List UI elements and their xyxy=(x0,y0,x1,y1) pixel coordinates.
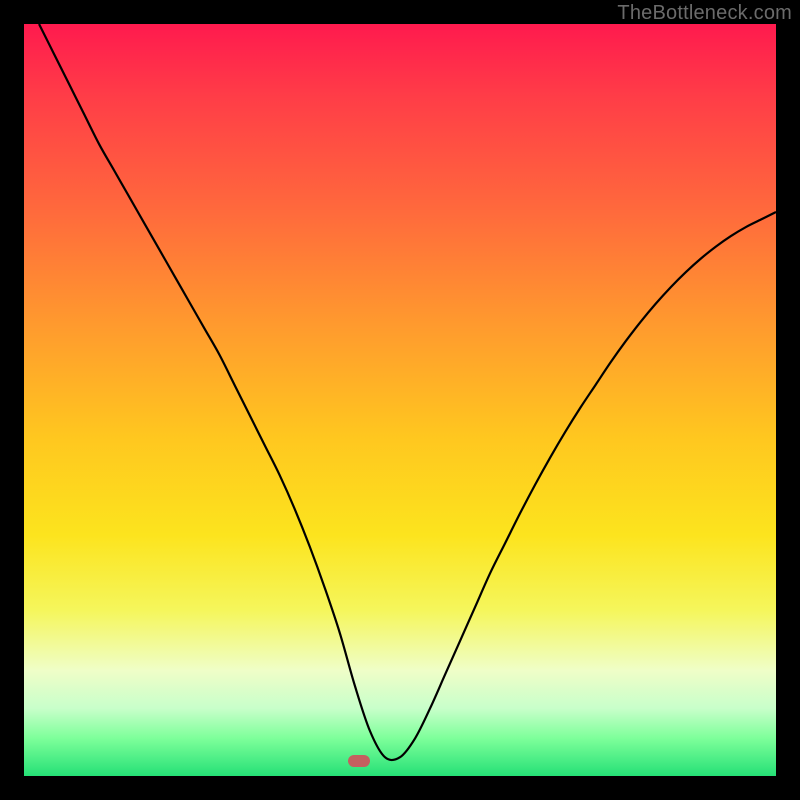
watermark-text: TheBottleneck.com xyxy=(617,2,792,25)
chart-plot-area xyxy=(24,24,776,776)
bottleneck-marker xyxy=(348,755,370,767)
chart-frame: TheBottleneck.com xyxy=(0,0,800,800)
curve-path xyxy=(39,24,776,760)
bottleneck-curve xyxy=(24,24,776,776)
